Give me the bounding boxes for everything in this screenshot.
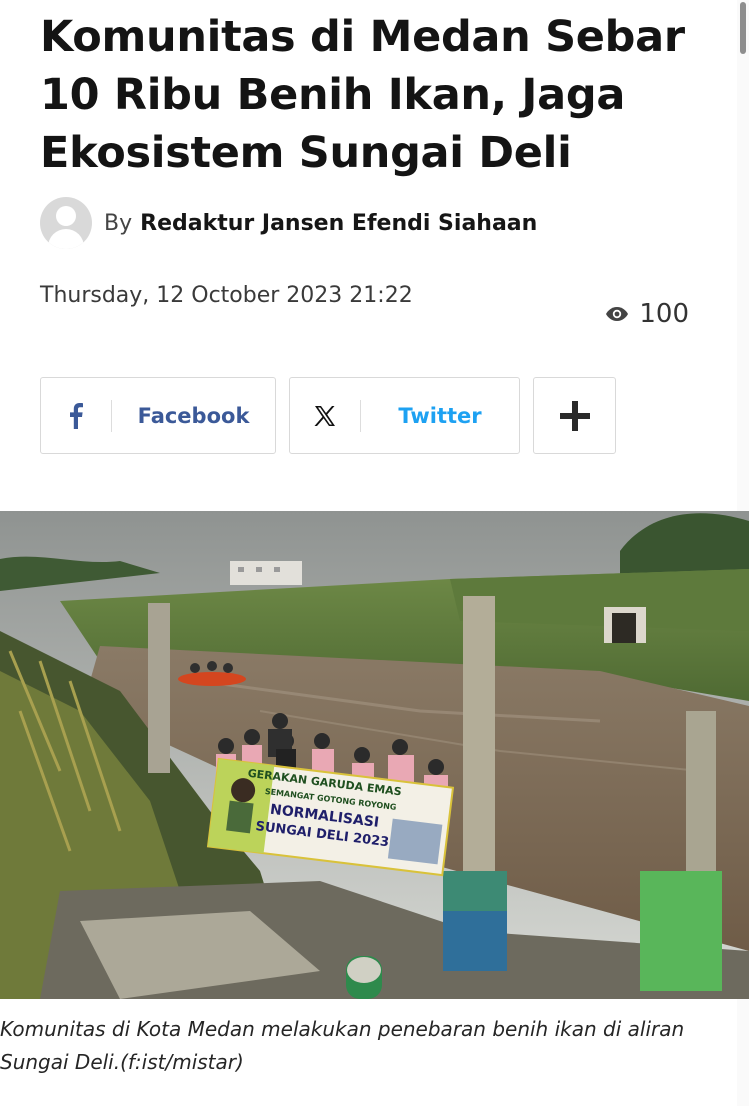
share-facebook-button[interactable]: Facebook — [40, 377, 276, 454]
photo-caption: Komunitas di Kota Medan melakukan peneba… — [0, 1017, 685, 1074]
article-photo: GERAKAN GARUDA EMAS SEMANGAT GOTONG ROYO… — [0, 511, 749, 999]
author-row: By Redaktur Jansen Efendi Siahaan — [40, 197, 537, 249]
byline-prefix: By — [104, 210, 133, 236]
facebook-f-icon — [70, 402, 83, 429]
x-logo-icon — [314, 405, 335, 426]
author-name[interactable]: Redaktur Jansen Efendi Siahaan — [140, 211, 537, 236]
user-avatar-icon[interactable] — [40, 197, 92, 249]
share-twitter-button[interactable]: Twitter — [289, 377, 520, 454]
publish-date: Thursday, 12 October 2023 21:22 — [40, 283, 413, 308]
article-page: Komunitas di Medan Sebar 10 Ribu Benih I… — [0, 0, 749, 1106]
scrollbar-thumb[interactable] — [740, 2, 746, 54]
article-headline: Komunitas di Medan Sebar 10 Ribu Benih I… — [40, 12, 685, 178]
share-more-button[interactable] — [533, 377, 616, 454]
view-count-value: 100 — [639, 299, 689, 329]
twitter-label: Twitter — [398, 403, 482, 428]
facebook-label: Facebook — [137, 403, 250, 428]
plus-icon — [559, 400, 590, 431]
view-count: 100 — [605, 299, 689, 329]
eye-icon — [606, 307, 629, 321]
